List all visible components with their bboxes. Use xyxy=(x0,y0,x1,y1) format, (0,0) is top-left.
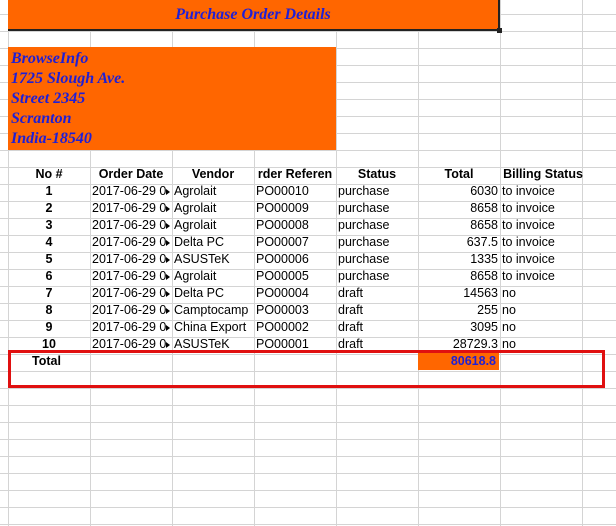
header-total[interactable]: Total xyxy=(418,166,500,183)
row-billing-status[interactable]: no xyxy=(500,302,586,319)
row-vendor[interactable]: Delta PC xyxy=(172,285,254,302)
header-vendor[interactable]: Vendor xyxy=(172,166,254,183)
row-number[interactable]: 4 xyxy=(8,234,90,251)
row-order-reference[interactable]: PO00010 xyxy=(254,183,336,200)
page-title[interactable]: Purchase Order Details xyxy=(8,0,500,31)
row-status[interactable]: draft xyxy=(336,285,418,302)
row-order-reference[interactable]: PO00003 xyxy=(254,302,336,319)
row-number[interactable]: 9 xyxy=(8,319,90,336)
company-city: Scranton xyxy=(11,110,72,127)
row-order-date[interactable]: 2017-06-29 0 xyxy=(90,183,172,200)
row-total[interactable]: 8658 xyxy=(418,217,500,234)
row-status[interactable]: purchase xyxy=(336,251,418,268)
row-billing-status[interactable]: to invoice xyxy=(500,234,586,251)
row-order-date[interactable]: 2017-06-29 0 xyxy=(90,285,172,302)
row-order-reference[interactable]: PO00009 xyxy=(254,200,336,217)
row-vendor[interactable]: Camptocamp xyxy=(172,302,254,319)
row-total[interactable]: 8658 xyxy=(418,200,500,217)
highlight-rectangle xyxy=(8,350,605,388)
row-number[interactable]: 8 xyxy=(8,302,90,319)
row-billing-status[interactable]: no xyxy=(500,319,586,336)
row-order-date[interactable]: 2017-06-29 0 xyxy=(90,302,172,319)
header-status[interactable]: Status xyxy=(336,166,418,183)
row-total[interactable]: 6030 xyxy=(418,183,500,200)
row-number[interactable]: 2 xyxy=(8,200,90,217)
header-order-reference[interactable]: rder Referen xyxy=(254,166,336,183)
company-street-2: Street 2345 xyxy=(11,90,86,107)
row-number[interactable]: 3 xyxy=(8,217,90,234)
truncation-arrow-icon xyxy=(166,189,170,195)
row-order-reference[interactable]: PO00007 xyxy=(254,234,336,251)
truncation-arrow-icon xyxy=(166,257,170,263)
row-total[interactable]: 3095 xyxy=(418,319,500,336)
row-order-reference[interactable]: PO00002 xyxy=(254,319,336,336)
row-billing-status[interactable]: no xyxy=(500,285,586,302)
row-order-date[interactable]: 2017-06-29 0 xyxy=(90,234,172,251)
row-vendor[interactable]: China Export xyxy=(172,319,254,336)
row-number[interactable]: 7 xyxy=(8,285,90,302)
row-vendor[interactable]: Agrolait xyxy=(172,183,254,200)
truncation-arrow-icon xyxy=(166,325,170,331)
row-vendor[interactable]: ASUSTeK xyxy=(172,251,254,268)
row-vendor[interactable]: Agrolait xyxy=(172,217,254,234)
row-billing-status[interactable]: to invoice xyxy=(500,183,586,200)
truncation-arrow-icon xyxy=(166,240,170,246)
row-number[interactable]: 1 xyxy=(8,183,90,200)
row-total[interactable]: 14563 xyxy=(418,285,500,302)
row-status[interactable]: purchase xyxy=(336,183,418,200)
row-billing-status[interactable]: to invoice xyxy=(500,217,586,234)
row-billing-status[interactable]: to invoice xyxy=(500,268,586,285)
row-vendor[interactable]: Delta PC xyxy=(172,234,254,251)
row-order-date[interactable]: 2017-06-29 0 xyxy=(90,268,172,285)
row-status[interactable]: draft xyxy=(336,319,418,336)
row-status[interactable]: purchase xyxy=(336,217,418,234)
row-status[interactable]: purchase xyxy=(336,200,418,217)
row-number[interactable]: 6 xyxy=(8,268,90,285)
row-status[interactable]: draft xyxy=(336,302,418,319)
row-status[interactable]: purchase xyxy=(336,234,418,251)
truncation-arrow-icon xyxy=(166,206,170,212)
header-order-date[interactable]: Order Date xyxy=(90,166,172,183)
row-order-reference[interactable]: PO00005 xyxy=(254,268,336,285)
row-billing-status[interactable]: to invoice xyxy=(500,251,586,268)
row-total[interactable]: 637.5 xyxy=(418,234,500,251)
row-order-date[interactable]: 2017-06-29 0 xyxy=(90,200,172,217)
row-total[interactable]: 255 xyxy=(418,302,500,319)
truncation-arrow-icon xyxy=(166,291,170,297)
cell-selection-handle[interactable] xyxy=(497,28,502,33)
company-country-zip: India-18540 xyxy=(11,130,92,147)
truncation-arrow-icon xyxy=(166,274,170,280)
header-no[interactable]: No # xyxy=(8,166,90,183)
row-order-date[interactable]: 2017-06-29 0 xyxy=(90,217,172,234)
row-number[interactable]: 5 xyxy=(8,251,90,268)
row-billing-status[interactable]: to invoice xyxy=(500,200,586,217)
truncation-arrow-icon xyxy=(166,308,170,314)
row-vendor[interactable]: Agrolait xyxy=(172,200,254,217)
truncation-arrow-icon xyxy=(166,223,170,229)
row-order-date[interactable]: 2017-06-29 0 xyxy=(90,319,172,336)
company-street-1: 1725 Slough Ave. xyxy=(11,70,126,87)
company-name: BrowseInfo xyxy=(11,50,89,67)
company-address-block[interactable]: BrowseInfo 1725 Slough Ave. Street 2345 … xyxy=(8,47,336,150)
row-order-reference[interactable]: PO00008 xyxy=(254,217,336,234)
row-order-reference[interactable]: PO00004 xyxy=(254,285,336,302)
row-status[interactable]: purchase xyxy=(336,268,418,285)
row-vendor[interactable]: Agrolait xyxy=(172,268,254,285)
row-order-date[interactable]: 2017-06-29 0 xyxy=(90,251,172,268)
truncation-arrow-icon xyxy=(166,342,170,348)
header-billing-status[interactable]: Billing Status xyxy=(500,166,586,183)
row-total[interactable]: 1335 xyxy=(418,251,500,268)
row-order-reference[interactable]: PO00006 xyxy=(254,251,336,268)
row-total[interactable]: 8658 xyxy=(418,268,500,285)
